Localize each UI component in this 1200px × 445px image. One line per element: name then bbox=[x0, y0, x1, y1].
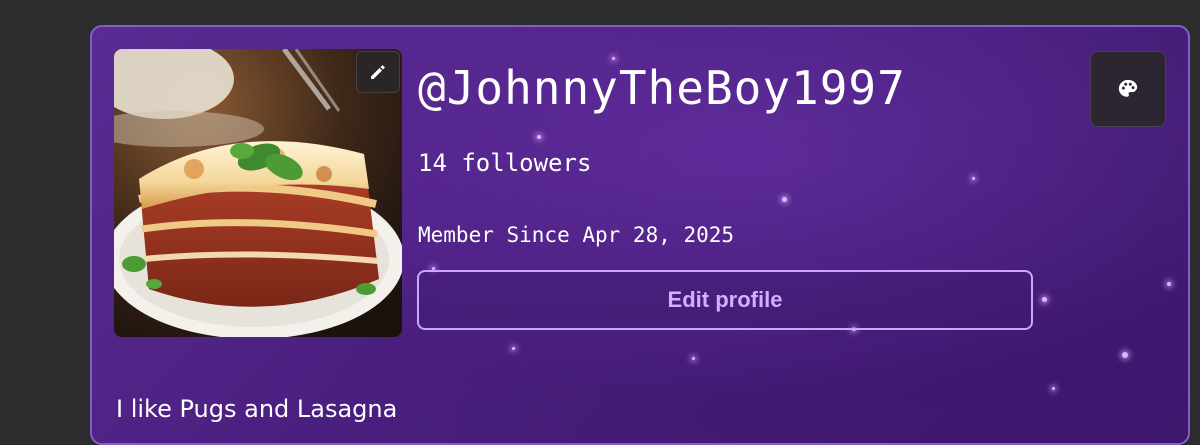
profile-card: @JohnnyTheBoy1997 14 followers Member Si… bbox=[90, 25, 1190, 445]
pencil-icon bbox=[371, 65, 385, 79]
edit-avatar-button[interactable] bbox=[356, 51, 400, 93]
profile-avatar bbox=[114, 49, 402, 337]
palette-icon bbox=[1118, 79, 1138, 97]
profile-username: @JohnnyTheBoy1997 bbox=[418, 61, 906, 115]
member-since-date: Member Since Apr 28, 2025 bbox=[418, 223, 735, 247]
profile-bio: I like Pugs and Lasagna bbox=[116, 395, 398, 423]
followers-count[interactable]: 14 followers bbox=[418, 149, 591, 177]
edit-profile-button[interactable]: Edit profile bbox=[417, 270, 1033, 330]
theme-button[interactable] bbox=[1090, 51, 1166, 127]
